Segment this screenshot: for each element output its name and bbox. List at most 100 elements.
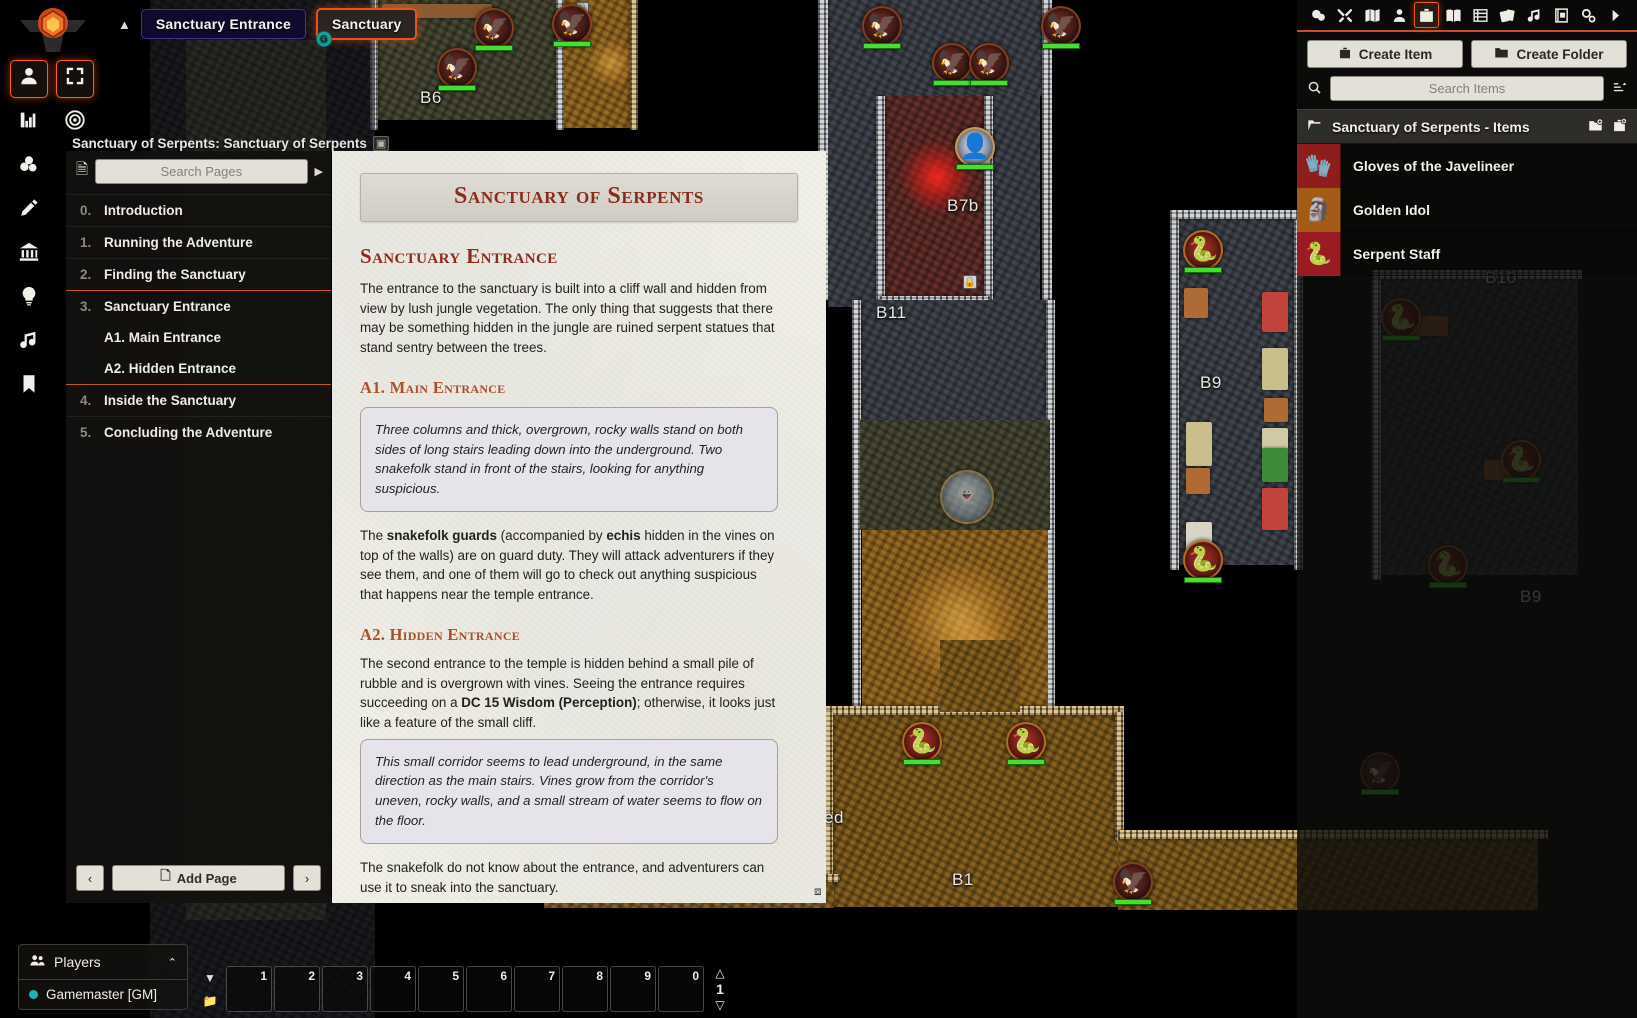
sort-icon[interactable] (1612, 80, 1627, 98)
players-list[interactable]: Gamemaster [GM] (19, 980, 187, 1009)
sidebar-tab-journal[interactable] (1441, 2, 1466, 28)
journal-page-sidebar[interactable]: 🗎 ▶ 0. Introduction 1. Running the Adventur… (66, 151, 332, 904)
sidebar-tab-combat[interactable] (1333, 2, 1358, 28)
scene-navigation[interactable]: ▲ Sanctuary Entrance Sanctuary G (118, 8, 418, 47)
hotbar-slot[interactable]: 9 (610, 966, 656, 1012)
macro-hotbar[interactable]: ▼ 📁 1 2 3 4 5 6 7 8 9 0 △ 1 ▽ (198, 966, 732, 1012)
map-token[interactable]: 👤 (955, 127, 995, 170)
player-row[interactable]: Gamemaster [GM] (19, 980, 187, 1009)
previous-page-button[interactable]: ‹ (76, 865, 104, 892)
map-token[interactable]: 🦅 (552, 4, 592, 47)
players-icon (29, 952, 46, 972)
hotbar-page-control[interactable]: △ 1 ▽ (708, 966, 732, 1012)
map-token[interactable]: 🐍 (1183, 540, 1223, 583)
hotbar-slots[interactable]: 1 2 3 4 5 6 7 8 9 0 (226, 966, 704, 1012)
item-list-row[interactable]: 🗿 Golden Idol (1297, 187, 1637, 232)
players-panel[interactable]: Players ⌃ Gamemaster [GM] (18, 944, 188, 1010)
sidebar-tab-tables[interactable] (1468, 2, 1493, 28)
hotbar-slot[interactable]: 2 (274, 966, 320, 1012)
chevron-down-icon[interactable]: ▽ (715, 998, 724, 1012)
map-token[interactable]: 🦅 (474, 8, 514, 51)
sidebar-tab-playlists[interactable] (1522, 2, 1547, 28)
sidebar-tab-settings[interactable] (1576, 2, 1601, 28)
map-token[interactable]: 🐍 (902, 722, 942, 765)
scene-tab-sanctuary-entrance[interactable]: Sanctuary Entrance (140, 9, 306, 39)
create-item-button[interactable]: Create Item (1307, 40, 1463, 68)
folder-header-row[interactable]: Sanctuary of Serpents - Items (1297, 109, 1637, 144)
scene-tab-sanctuary[interactable]: Sanctuary G (315, 8, 418, 47)
map-token[interactable]: 🐍 (1183, 230, 1223, 273)
journal-page-item[interactable]: 3. Sanctuary Entrance (66, 290, 331, 322)
map-token[interactable]: 🦅 (969, 43, 1009, 86)
token-portrait: 🦅 (932, 43, 972, 83)
control-lighting[interactable] (10, 280, 48, 318)
sidebar-tab-scenes[interactable] (1360, 2, 1385, 28)
journal-search-input[interactable] (95, 159, 308, 184)
control-measure[interactable] (10, 104, 48, 142)
add-page-button[interactable]: 🗋 Add Page (112, 865, 285, 892)
create-folder-button[interactable]: Create Folder (1471, 40, 1627, 68)
hotbar-left-controls[interactable]: ▼ 📁 (198, 966, 222, 1012)
caret-up-icon[interactable]: ▲ (118, 17, 131, 32)
foundry-logo[interactable] (14, 4, 92, 56)
chevron-up-icon[interactable]: △ (715, 966, 724, 980)
caret-right-icon[interactable]: ▶ (315, 165, 323, 178)
item-list-row[interactable]: 🐍 Serpent Staff (1297, 231, 1637, 276)
sidebar-tab-cards[interactable] (1495, 2, 1520, 28)
item-plus-icon[interactable] (1612, 117, 1628, 136)
hotbar-slot[interactable]: 8 (562, 966, 608, 1012)
hotbar-slot[interactable]: 0 (658, 966, 704, 1012)
resize-handle-icon[interactable]: ⧈ (814, 884, 822, 899)
hotbar-slot[interactable]: 5 (418, 966, 464, 1012)
map-token[interactable]: 🦅 (1041, 6, 1081, 49)
book-small-icon[interactable]: ▣ (372, 136, 390, 151)
journal-page-item[interactable]: A1. Main Entrance (66, 322, 331, 353)
journal-page-item[interactable]: A2. Hidden Entrance (66, 353, 331, 384)
journal-page-item[interactable]: 5. Concluding the Adventure (66, 416, 331, 448)
hotbar-slot[interactable]: 6 (466, 966, 512, 1012)
map-token[interactable]: 👻 (940, 470, 994, 524)
right-sidebar[interactable]: Create Item Create Folder Sanctuary of (1297, 0, 1637, 1018)
hotbar-slot[interactable]: 3 (322, 966, 368, 1012)
players-header[interactable]: Players ⌃ (19, 945, 187, 980)
map-token[interactable]: 🦅 (1113, 862, 1153, 905)
macro-folder-icon[interactable]: 📁 (203, 994, 218, 1008)
sidebar-tab-items[interactable] (1414, 2, 1439, 28)
journal-page-item[interactable]: 1. Running the Adventure (66, 226, 331, 258)
control-token[interactable] (10, 60, 48, 98)
folder-plus-icon[interactable] (1588, 118, 1604, 136)
control-sounds[interactable] (10, 324, 48, 362)
hotbar-slot[interactable]: 7 (514, 966, 560, 1012)
hotbar-slot[interactable]: 4 (370, 966, 416, 1012)
map-door[interactable]: 🔒 (963, 275, 977, 289)
journal-window-header[interactable]: Sanctuary of Serpents: Sanctuary of Serp… (66, 136, 826, 151)
item-list-row[interactable]: 🧤 Gloves of the Javelineer (1297, 143, 1637, 188)
caret-down-icon[interactable]: ▼ (204, 971, 216, 985)
caret-up-icon[interactable]: ⌃ (168, 956, 177, 969)
journal-page-list[interactable]: 0. Introduction 1. Running the Adventure 2. F… (66, 192, 331, 857)
sidebar-tabs[interactable] (1297, 0, 1637, 32)
sidebar-tab-chat[interactable] (1306, 2, 1331, 28)
journal-page-item[interactable]: 4. Inside the Sanctuary (66, 384, 331, 416)
sidebar-tab-actors[interactable] (1387, 2, 1412, 28)
journal-page-item[interactable]: 0. Introduction (66, 194, 331, 226)
control-notes[interactable] (10, 368, 48, 406)
hotbar-slot[interactable]: 1 (226, 966, 272, 1012)
map-token[interactable]: 🦅 (932, 43, 972, 86)
journal-page-item[interactable]: 2. Finding the Sanctuary (66, 258, 331, 290)
map-token[interactable]: 🐍 (1006, 722, 1046, 765)
page-note-icon[interactable]: 🗎 (76, 159, 88, 184)
map-token[interactable]: 🦅 (437, 48, 477, 91)
control-walls[interactable] (10, 236, 48, 274)
items-directory-list[interactable]: 🧤 Gloves of the Javelineer 🗿 Golden Idol 🐍 Se… (1297, 143, 1637, 276)
search-items-input[interactable] (1330, 76, 1604, 101)
next-page-button[interactable]: › (293, 865, 321, 892)
control-tiles[interactable] (10, 148, 48, 186)
control-select-region[interactable] (56, 60, 94, 98)
control-drawings[interactable] (10, 192, 48, 230)
sidebar-tab-more[interactable] (1603, 2, 1628, 28)
sidebar-tab-compendium[interactable] (1549, 2, 1574, 28)
journal-sheet-window[interactable]: Sanctuary of Serpents: Sanctuary of Serp… (66, 136, 826, 904)
section-heading: Sanctuary Entrance (360, 244, 558, 268)
map-token[interactable]: 🦅 (862, 6, 902, 49)
